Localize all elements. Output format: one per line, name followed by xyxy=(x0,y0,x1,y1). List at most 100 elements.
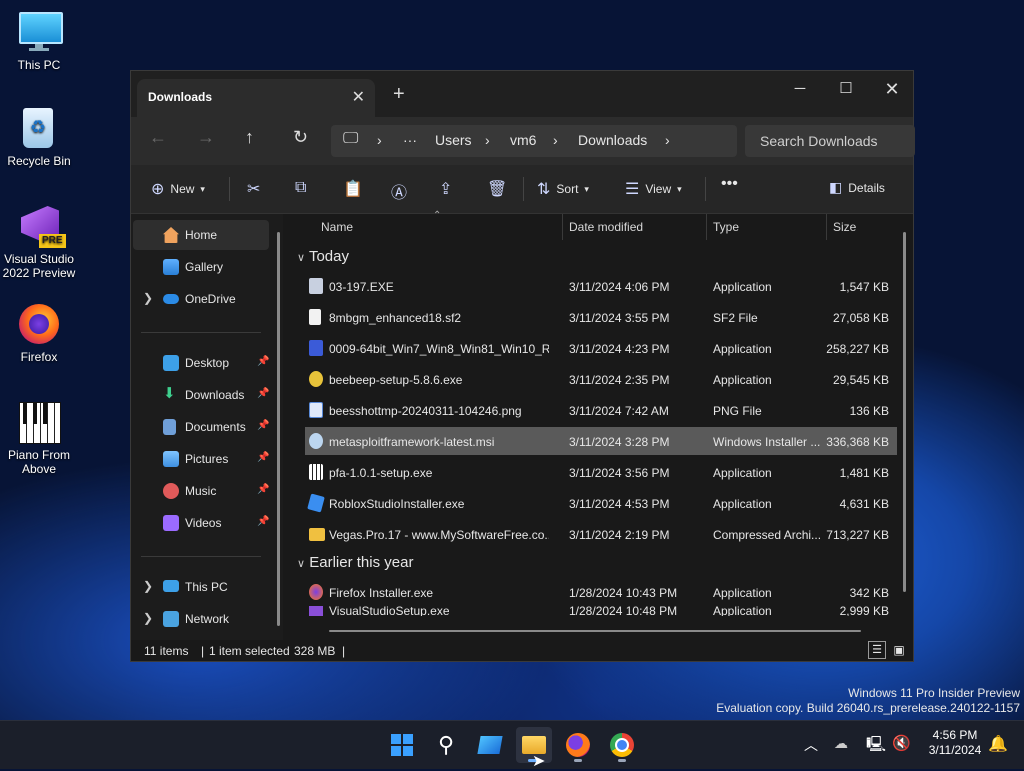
onedrive-offline-icon[interactable]: ☁ xyxy=(834,735,848,752)
group-header-earlier-this-year[interactable]: ∨ Earlier this year xyxy=(297,554,413,571)
nav-scrollbar[interactable] xyxy=(277,232,280,626)
file-row[interactable]: Vegas.Pro.17 - www.MySoftwareFree.co... … xyxy=(305,520,897,548)
pin-icon[interactable]: 📌 xyxy=(257,484,269,495)
copy-button[interactable]: ⧉ xyxy=(295,179,306,197)
divider xyxy=(141,556,261,557)
file-name: metasploitframework-latest.msi xyxy=(329,435,495,449)
cut-button[interactable]: ✂ xyxy=(247,179,260,199)
forward-button[interactable]: → xyxy=(197,127,215,148)
new-tab-button[interactable]: + xyxy=(393,83,405,106)
paste-button[interactable]: 📋 xyxy=(343,179,363,199)
tab-downloads[interactable]: Downloads ✕ xyxy=(137,79,375,117)
desktop-icon-this-pc[interactable]: This PC xyxy=(0,10,78,72)
file-size: 4,631 KB xyxy=(839,497,889,511)
pin-icon[interactable]: 📌 xyxy=(257,356,269,367)
view-button[interactable]: ☰ View ▾ xyxy=(625,179,682,199)
sort-button[interactable]: ⇅ Sort ▾ xyxy=(537,179,589,199)
file-list-scrollbar[interactable] xyxy=(903,232,906,592)
nav-item-this-pc[interactable]: ❯ This PC xyxy=(133,572,269,602)
volume-muted-icon[interactable]: 🔇 xyxy=(892,734,911,752)
tiles-view-toggle[interactable]: ▣ xyxy=(890,641,908,659)
desktop-icon-piano[interactable]: Piano From Above xyxy=(0,400,78,476)
column-header-size[interactable]: Size xyxy=(833,220,856,234)
rename-button[interactable]: Ⓐ xyxy=(391,179,407,203)
system-clock[interactable]: 4:56 PM 3/11/2024 xyxy=(924,728,986,758)
details-view-toggle[interactable]: ☰ xyxy=(868,641,886,659)
pin-icon[interactable]: 📌 xyxy=(257,420,269,431)
new-button[interactable]: ⊕ New ▾ xyxy=(151,179,205,199)
file-row[interactable]: 03-197.EXE 3/11/2024 4:06 PM Application… xyxy=(305,272,897,300)
column-header-name[interactable]: Name xyxy=(321,220,353,234)
pin-icon[interactable]: 📌 xyxy=(257,516,269,527)
search-input[interactable]: Search Downloads xyxy=(760,133,878,149)
chrome-taskbar-button[interactable] xyxy=(604,727,640,763)
start-button[interactable] xyxy=(384,727,420,763)
firefox-taskbar-button[interactable] xyxy=(560,727,596,763)
nav-item-onedrive[interactable]: ❯ OneDrive xyxy=(133,284,269,314)
breadcrumb-users[interactable]: Users xyxy=(435,132,472,148)
column-divider[interactable] xyxy=(562,214,563,240)
pin-icon[interactable]: 📌 xyxy=(257,388,269,399)
desktop-icon-firefox[interactable]: Firefox xyxy=(0,302,78,364)
computer-icon[interactable]: 🖵 xyxy=(343,130,358,148)
nav-item-videos[interactable]: Videos 📌 xyxy=(133,508,269,538)
group-header-today[interactable]: ∨ Today xyxy=(297,248,349,265)
nav-item-gallery[interactable]: Gallery xyxy=(133,252,269,282)
nav-item-pictures[interactable]: Pictures 📌 xyxy=(133,444,269,474)
delete-button[interactable]: 🗑 xyxy=(487,179,507,199)
back-button[interactable]: ← xyxy=(149,127,167,148)
minimize-button[interactable]: ─ xyxy=(777,75,823,103)
column-header-date[interactable]: Date modified xyxy=(569,220,643,234)
nav-item-network[interactable]: ❯ Network xyxy=(133,604,269,634)
file-row-partial[interactable]: VisualStudioSetup.exe 1/28/2024 10:48 PM… xyxy=(305,606,897,616)
file-row[interactable]: RobloxStudioInstaller.exe 3/11/2024 4:53… xyxy=(305,489,897,517)
file-row[interactable]: pfa-1.0.1-setup.exe 3/11/2024 3:56 PM Ap… xyxy=(305,458,897,486)
desktop-icon-recycle-bin[interactable]: ♻ Recycle Bin xyxy=(0,106,78,168)
share-button[interactable]: ⇪ xyxy=(439,179,452,199)
chevron-right-icon[interactable]: ❯ xyxy=(143,291,153,305)
close-tab-icon[interactable]: ✕ xyxy=(352,87,365,107)
clipboard-icon: 📋 xyxy=(343,181,363,198)
breadcrumb-vm6[interactable]: vm6 xyxy=(510,132,536,148)
details-button[interactable]: ◧ Details xyxy=(829,179,885,196)
address-bar: ← → ↑ ↻ 🖵 › ··· Users › vm6 › Downloads … xyxy=(131,117,915,165)
notifications-bell-icon[interactable]: 🔔 xyxy=(988,734,1008,754)
pin-icon[interactable]: 📌 xyxy=(257,452,269,463)
file-row[interactable]: beebeep-setup-5.8.6.exe 3/11/2024 2:35 P… xyxy=(305,365,897,393)
file-row[interactable]: beesshottmp-20240311-104246.png 3/11/202… xyxy=(305,396,897,424)
file-date: 3/11/2024 2:35 PM xyxy=(569,373,670,387)
mouse-cursor-icon: ➤ xyxy=(532,753,546,770)
maximize-button[interactable]: ☐ xyxy=(823,75,869,103)
breadcrumb[interactable]: 🖵 › ··· Users › vm6 › Downloads › xyxy=(331,125,737,157)
chevron-right-icon[interactable]: ❯ xyxy=(143,579,153,593)
up-button[interactable]: ↑ xyxy=(245,127,254,148)
more-options-button[interactable]: ••• xyxy=(721,175,738,193)
show-hidden-icons-button[interactable]: ︿ xyxy=(804,735,818,755)
search-box[interactable]: Search Downloads xyxy=(745,125,915,157)
file-row[interactable]: 8mbgm_enhanced18.sf2 3/11/2024 3:55 PM S… xyxy=(305,303,897,331)
search-button[interactable]: ⚲ xyxy=(428,727,464,763)
nav-item-downloads[interactable]: ⬇ Downloads 📌 xyxy=(133,380,269,410)
nav-item-documents[interactable]: Documents 📌 xyxy=(133,412,269,442)
file-row[interactable]: Firefox Installer.exe 1/28/2024 10:43 PM… xyxy=(305,578,897,606)
column-divider[interactable] xyxy=(706,214,707,240)
column-header-type[interactable]: Type xyxy=(713,220,739,234)
file-row[interactable]: 0009-64bit_Win7_Win8_Win81_Win10_R2... 3… xyxy=(305,334,897,362)
item-count: 11 items xyxy=(144,644,189,658)
close-window-button[interactable]: ✕ xyxy=(869,75,915,103)
column-divider[interactable] xyxy=(826,214,827,240)
nav-label: Videos xyxy=(185,516,222,530)
more-locations-button[interactable]: ··· xyxy=(403,132,417,148)
breadcrumb-downloads[interactable]: Downloads xyxy=(578,132,647,148)
nav-item-desktop[interactable]: Desktop 📌 xyxy=(133,348,269,378)
file-row-selected[interactable]: metasploitframework-latest.msi 3/11/2024… xyxy=(305,427,897,455)
desktop-icon-visual-studio[interactable]: PRE Visual Studio 2022 Preview xyxy=(0,204,78,280)
refresh-button[interactable]: ↻ xyxy=(293,127,308,148)
nav-label: This PC xyxy=(185,580,228,594)
horizontal-scrollbar[interactable] xyxy=(329,630,861,632)
nav-item-music[interactable]: Music 📌 xyxy=(133,476,269,506)
chevron-right-icon[interactable]: ❯ xyxy=(143,611,153,625)
nav-item-home[interactable]: Home xyxy=(133,220,269,250)
widgets-button[interactable] xyxy=(472,727,508,763)
network-icon[interactable]: 🖳 xyxy=(866,734,886,759)
